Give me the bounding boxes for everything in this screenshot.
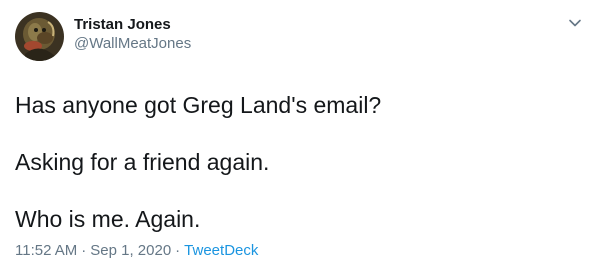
tweet-date[interactable]: Sep 1, 2020 [90, 242, 171, 259]
tweet-time[interactable]: 11:52 AM [15, 242, 77, 259]
avatar-image [15, 12, 64, 61]
tweet-meta: 11:52 AM · Sep 1, 2020 · TweetDeck [15, 242, 258, 260]
tweet-line: Has anyone got Greg Land's email? [15, 92, 382, 118]
chevron-down-icon[interactable] [568, 16, 582, 30]
tweet-line: Asking for a friend again. [15, 149, 270, 175]
author-names: Tristan Jones @WallMeatJones [74, 12, 191, 53]
user-handle[interactable]: @WallMeatJones [74, 34, 191, 53]
separator: · [81, 242, 87, 259]
tweet-source-link[interactable]: TweetDeck [184, 242, 258, 259]
separator: · [175, 242, 181, 259]
avatar[interactable] [15, 12, 64, 61]
tweet-header: Tristan Jones @WallMeatJones [15, 12, 583, 62]
tweet-card: Tristan Jones @WallMeatJones Has anyone … [0, 0, 598, 274]
display-name[interactable]: Tristan Jones [74, 15, 191, 34]
tweet-text: Has anyone got Greg Land's email? Asking… [15, 91, 583, 233]
tweet-line: Who is me. Again. [15, 206, 201, 232]
